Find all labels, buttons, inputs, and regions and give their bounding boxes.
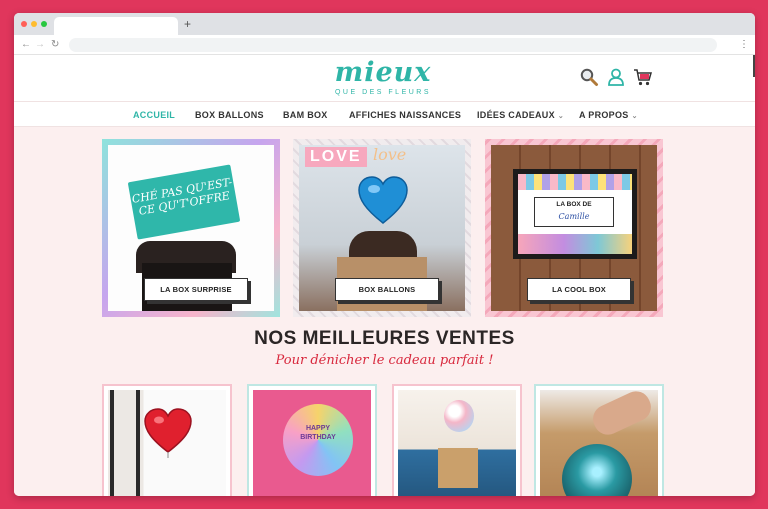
nav-item-affiches-naissances[interactable]: AFFICHES NAISSANCES <box>349 102 461 128</box>
gift-box-label-name: Camille <box>558 212 590 221</box>
search-icon[interactable] <box>579 67 599 87</box>
website: mieux QUE DES FLEURS ACCUEIL BOX BALLONS… <box>14 55 755 496</box>
nav-item-idees-cadeaux-label: IDÉES CADEAUX <box>477 110 555 120</box>
promo-tile-box-surprise[interactable]: CHÉ PAS QU'EST-CE QU'T'OFFRE LA BOX SURP… <box>102 139 280 317</box>
nav-item-idees-cadeaux[interactable]: IDÉES CADEAUX ⌄ <box>477 102 564 128</box>
nav-item-accueil[interactable]: ACCUEIL <box>133 102 175 128</box>
maximize-window-button[interactable] <box>41 21 47 27</box>
logo-tagline: QUE DES FLEURS <box>334 89 432 96</box>
main-navigation: ACCUEIL BOX BALLONS BAM BOX AFFICHES NAI… <box>14 101 755 127</box>
address-bar[interactable] <box>69 38 717 52</box>
small-balloon-icon <box>444 400 474 432</box>
red-heart-balloon-icon <box>144 408 192 458</box>
teal-balloon-icon <box>562 444 632 496</box>
back-arrow-icon[interactable]: ← <box>21 38 31 52</box>
reload-icon[interactable]: ↻ <box>51 38 59 52</box>
browser-tab-bar: + <box>14 13 755 35</box>
kraft-box-image <box>438 448 478 488</box>
close-window-button[interactable] <box>21 21 27 27</box>
nav-item-a-propos-label: A PROPOS <box>579 110 629 120</box>
product-photo <box>540 390 658 496</box>
sign-text: CHÉ PAS QU'EST-CE QU'T'OFFRE <box>127 164 241 240</box>
cart-icon[interactable] <box>633 67 653 87</box>
box-surprise-button[interactable]: LA BOX SURPRISE <box>144 278 248 301</box>
gift-box-label: LA BOX DE Camille <box>534 197 614 227</box>
browser-window: + ← → ↻ ⋮ mieux QUE DES FLEURS ACCUEIL B… <box>14 13 755 496</box>
account-icon[interactable] <box>606 67 626 87</box>
section-subtitle: Pour dénicher le cadeau parfait ! <box>275 353 494 368</box>
gift-box-base <box>518 234 632 254</box>
chevron-down-icon: ⌄ <box>631 113 638 120</box>
hand-image <box>588 390 656 440</box>
page-content: CHÉ PAS QU'EST-CE QU'T'OFFRE LA BOX SURP… <box>14 127 755 496</box>
balloon-text: HAPPY BIRTHDAY <box>300 425 336 441</box>
product-card[interactable] <box>392 384 522 496</box>
product-card[interactable] <box>102 384 232 496</box>
minimize-window-button[interactable] <box>31 21 37 27</box>
nav-item-bam-box[interactable]: BAM BOX <box>283 102 328 128</box>
promo-tile-box-ballons[interactable]: LOVE love BOX BALLONS <box>293 139 471 317</box>
box-ballons-button[interactable]: BOX BALLONS <box>335 278 439 301</box>
product-photo <box>108 390 226 496</box>
promo-photo: CHÉ PAS QU'EST-CE QU'T'OFFRE LA BOX SURP… <box>108 145 274 311</box>
chevron-down-icon: ⌄ <box>557 113 565 120</box>
site-header: mieux QUE DES FLEURS <box>14 55 755 101</box>
product-card[interactable]: HAPPY BIRTHDAY <box>247 384 377 496</box>
site-logo[interactable]: mieux QUE DES FLEURS <box>320 58 446 97</box>
gift-box-label-title: LA BOX DE <box>556 201 592 208</box>
promo-photo: LA BOX DE Camille LA COOL BOX <box>491 145 657 311</box>
gift-box-image: LA BOX DE Camille <box>513 169 637 259</box>
promo-tile-cool-box[interactable]: LA BOX DE Camille LA COOL BOX <box>485 139 663 317</box>
section-title: NOS MEILLEURES VENTES <box>254 328 515 349</box>
new-tab-button[interactable]: + <box>184 16 191 32</box>
heart-balloon-icon <box>358 176 408 224</box>
logo-wordmark: mieux <box>334 57 432 88</box>
browser-toolbar: ← → ↻ ⋮ <box>14 35 755 55</box>
nav-item-a-propos[interactable]: A PROPOS ⌄ <box>579 102 638 128</box>
scrollbar-thumb[interactable] <box>753 55 755 77</box>
nav-item-box-ballons[interactable]: BOX BALLONS <box>195 102 264 128</box>
love-script-overlay: love <box>373 145 407 164</box>
product-photo <box>398 390 516 496</box>
browser-tab[interactable] <box>54 17 178 35</box>
promo-photo: LOVE love BOX BALLONS <box>299 145 465 311</box>
cool-box-button[interactable]: LA COOL BOX <box>527 278 631 301</box>
product-card[interactable] <box>534 384 664 496</box>
forward-arrow-icon[interactable]: → <box>35 38 45 52</box>
product-photo: HAPPY BIRTHDAY <box>253 390 371 496</box>
browser-menu-icon[interactable]: ⋮ <box>739 38 749 52</box>
gift-box-pattern <box>518 174 632 190</box>
love-overlay: LOVE <box>305 147 367 167</box>
window-frame-image <box>110 390 140 496</box>
